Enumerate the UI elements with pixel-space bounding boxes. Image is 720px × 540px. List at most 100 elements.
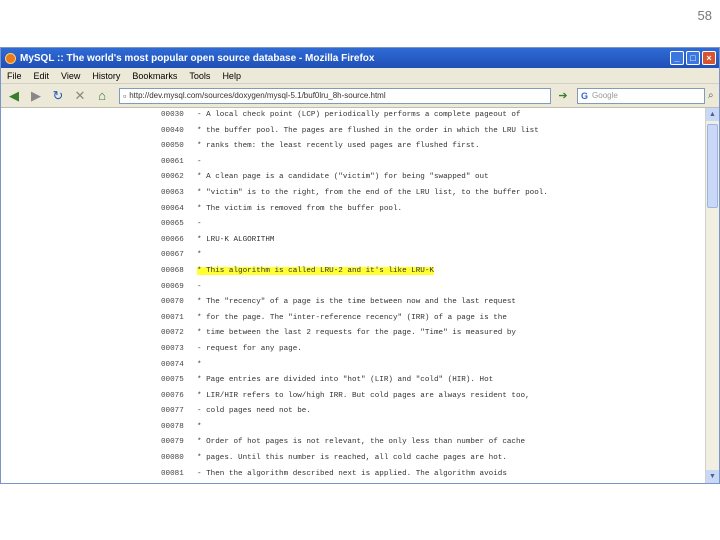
code-text: * "victim" is to the right, from the end… — [197, 188, 548, 197]
code-line: 00082* ...so it is the algorithm operate… — [161, 482, 521, 483]
highlighted-code-text: * This algorithm is called LRU-2 and it'… — [197, 266, 434, 275]
code-line: 00061 - — [161, 155, 521, 171]
menu-tools[interactable]: Tools — [189, 71, 210, 81]
line-number: 00040 — [161, 126, 184, 135]
menu-help[interactable]: Help — [222, 71, 241, 81]
code-text: - request for any page. — [197, 344, 302, 353]
code-text: * — [197, 251, 202, 260]
code-text: * for the page. The "inter-reference rec… — [197, 313, 507, 322]
line-number: 00073 — [161, 344, 184, 353]
code-text: * Page entries are divided into "hot" (L… — [197, 376, 494, 385]
menu-bar: File Edit View History Bookmarks Tools H… — [1, 68, 719, 84]
code-line: 00081 - Then the algorithm described next… — [161, 467, 521, 483]
go-icon[interactable]: ➔ — [555, 88, 571, 104]
code-line: 00040 * the buffer pool. The pages are fl… — [161, 124, 539, 140]
code-line: 00063 * "victim" is to the right, from th… — [161, 186, 548, 202]
code-text: * time between the last 2 requests for t… — [197, 329, 516, 338]
code-line: 00050 * ranks them: the least recently us… — [161, 139, 521, 155]
address-url: http://dev.mysql.com/sources/doxygen/mys… — [129, 91, 386, 100]
line-number: 00067 — [161, 251, 184, 260]
code-text: - A local check point (LCP) periodically… — [197, 111, 521, 119]
menu-view[interactable]: View — [61, 71, 80, 81]
code-text: * the buffer pool. The pages are flushed… — [197, 126, 539, 135]
google-icon: G — [581, 90, 589, 101]
code-text: * The "recency" of a page is the time be… — [197, 298, 516, 307]
code-text: - cold pages need not be. — [197, 407, 311, 416]
menu-history[interactable]: History — [92, 71, 120, 81]
line-number: 00050 — [161, 142, 184, 151]
code-line: 00075 * Page entries are divided into "ho… — [161, 373, 521, 389]
search-box[interactable]: G Google — [577, 87, 705, 104]
code-text: * — [197, 360, 202, 369]
code-line: 00070 * The "recency" of a page is the ti… — [161, 295, 521, 311]
menu-bookmarks[interactable]: Bookmarks — [132, 71, 177, 81]
code-line: 00078 * — [161, 420, 521, 436]
search-placeholder: Google — [592, 91, 618, 100]
line-number: 00071 — [161, 313, 184, 322]
scroll-down-icon[interactable]: ▼ — [706, 470, 719, 483]
back-arrow-icon[interactable]: ◀ — [5, 87, 23, 105]
code-text: - — [197, 282, 202, 291]
address-bar[interactable]: ▫ http://dev.mysql.com/sources/doxygen/m… — [119, 87, 551, 104]
code-line: 00062 * A clean page is a candidate ("vic… — [161, 170, 521, 186]
line-number: 00080 — [161, 454, 184, 463]
line-number: 00066 — [161, 235, 184, 244]
line-number: 00076 — [161, 391, 184, 400]
line-number: 00074 — [161, 360, 184, 369]
code-line: 00073 - request for any page. — [161, 342, 521, 358]
code-line: 00071 * for the page. The "inter-referenc… — [161, 311, 521, 327]
page-icon: ▫ — [123, 90, 127, 101]
line-number: 00075 — [161, 376, 184, 385]
code-text: * LRU-K ALGORITHM — [197, 235, 275, 244]
firefox-icon — [5, 52, 16, 64]
code-text: * — [197, 422, 202, 431]
code-line: 00077 - cold pages need not be. — [161, 404, 521, 420]
line-number: 00078 — [161, 422, 184, 431]
code-text: - — [197, 220, 202, 229]
code-text: * Order of hot pages is not relevant, th… — [197, 438, 526, 447]
line-number: 00079 — [161, 438, 184, 447]
code-line: 00079 * Order of hot pages is not relevan… — [161, 435, 525, 451]
line-number: 00077 — [161, 407, 184, 416]
home-icon[interactable]: ⌂ — [93, 87, 111, 105]
code-text: * The victim is removed from the buffer … — [197, 204, 403, 213]
search-icon[interactable]: ⌕ — [708, 90, 714, 101]
line-number: 00072 — [161, 329, 184, 338]
stop-icon[interactable]: ✕ — [71, 87, 89, 105]
line-number: 00068 — [161, 266, 184, 275]
code-line: 00069 - — [161, 280, 521, 296]
scroll-thumb[interactable] — [707, 124, 718, 208]
code-line: 00072 * time between the last 2 requests … — [161, 326, 521, 342]
close-button[interactable]: × — [702, 51, 716, 65]
navigation-toolbar: ◀ ▶ ↻ ✕ ⌂ ▫ http://dev.mysql.com/sources… — [1, 84, 719, 108]
code-line: 00064 * The victim is removed from the bu… — [161, 202, 521, 218]
forward-arrow-icon[interactable]: ▶ — [27, 87, 45, 105]
code-text: - Then the algorithm described next is a… — [197, 469, 507, 478]
code-line: 00076 * LIR/HIR refers to low/high IRR. B… — [161, 389, 530, 405]
vertical-scrollbar[interactable]: ▲ ▼ — [705, 108, 719, 483]
code-text: * ranks them: the least recently used pa… — [197, 142, 480, 151]
code-text: - — [197, 157, 202, 166]
page-content: 00030 - A local check point (LCP) periodi… — [1, 108, 707, 483]
line-number: 00030 — [161, 111, 184, 119]
window-title: MySQL :: The world's most popular open s… — [20, 52, 375, 64]
code-line: 00065 - — [161, 217, 521, 233]
line-number: 00081 — [161, 469, 184, 478]
scroll-up-icon[interactable]: ▲ — [706, 108, 719, 121]
code-line: 00066 * LRU-K ALGORITHM — [161, 233, 521, 249]
code-line: 00074 * — [161, 358, 521, 374]
code-line: 00030 - A local check point (LCP) periodi… — [161, 108, 521, 124]
title-bar: MySQL :: The world's most popular open s… — [1, 48, 719, 68]
line-number: 00062 — [161, 173, 184, 182]
line-number: 00070 — [161, 298, 184, 307]
slide-number: 58 — [697, 8, 712, 23]
line-number: 00063 — [161, 188, 184, 197]
line-number: 00061 — [161, 157, 184, 166]
code-text: * pages. Until this number is reached, a… — [197, 454, 507, 463]
menu-edit[interactable]: Edit — [34, 71, 50, 81]
browser-window: MySQL :: The world's most popular open s… — [0, 47, 720, 484]
menu-file[interactable]: File — [7, 71, 22, 81]
maximize-button[interactable]: □ — [686, 51, 700, 65]
minimize-button[interactable]: _ — [670, 51, 684, 65]
reload-icon[interactable]: ↻ — [49, 87, 67, 105]
